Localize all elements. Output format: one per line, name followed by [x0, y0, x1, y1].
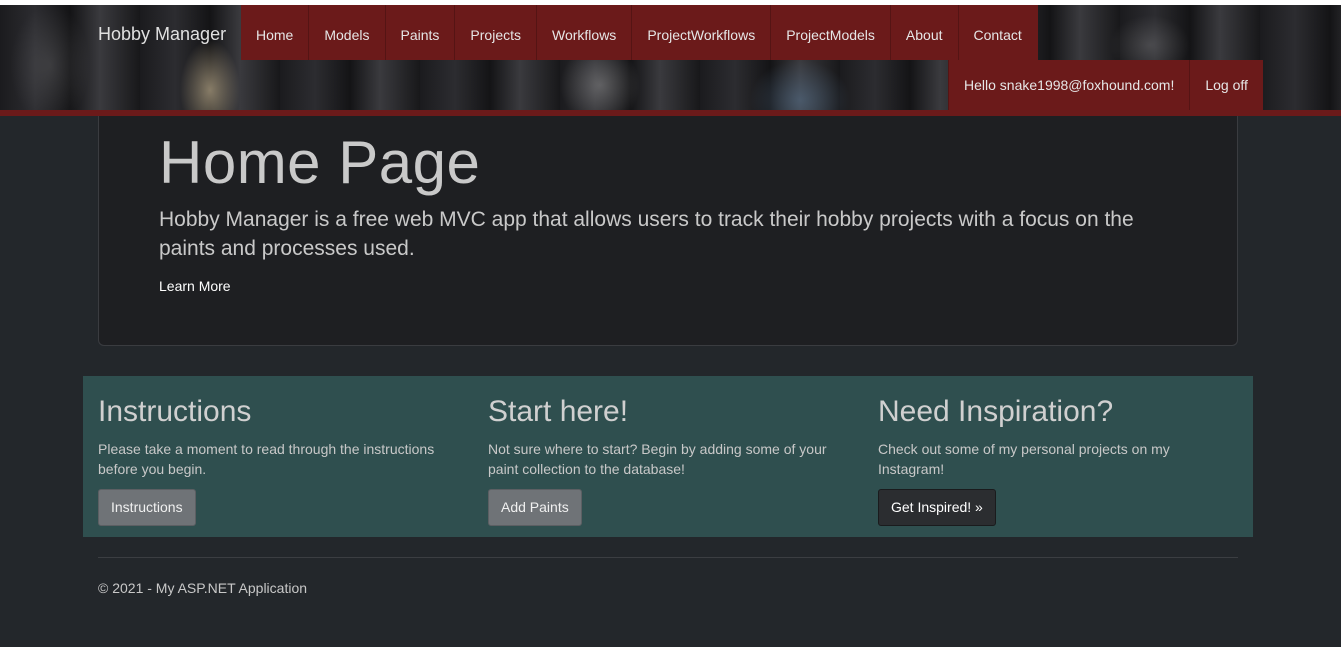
brand-link[interactable]: Hobby Manager: [98, 24, 226, 45]
feature-text: Please take a moment to read through the…: [98, 441, 435, 477]
nav-about[interactable]: About: [891, 5, 959, 60]
jumbotron: Home Page Hobby Manager is a free web MV…: [98, 116, 1238, 346]
add-paints-button[interactable]: Add Paints: [488, 489, 582, 526]
logoff-link[interactable]: Log off: [1189, 60, 1263, 110]
main-nav: Home Models Paints Projects Workflows Pr…: [241, 5, 1038, 60]
get-inspired-button[interactable]: Get Inspired! »: [878, 489, 996, 526]
nav-models[interactable]: Models: [309, 5, 386, 60]
nav-workflows[interactable]: Workflows: [537, 5, 633, 60]
feature-title: Instructions: [98, 395, 252, 428]
feature-text: Check out some of my personal projects o…: [878, 441, 1170, 477]
feature-title: Need Inspiration?: [878, 395, 1114, 428]
nav-contact[interactable]: Contact: [959, 5, 1038, 60]
nav-project-models[interactable]: ProjectModels: [771, 5, 891, 60]
nav-project-workflows[interactable]: ProjectWorkflows: [632, 5, 772, 60]
feature-panel: Instructions Please take a moment to rea…: [83, 376, 1253, 537]
instructions-button[interactable]: Instructions: [98, 489, 196, 526]
feature-title: Start here!: [488, 395, 629, 428]
page-title: Home Page: [159, 129, 481, 196]
footer-text: © 2021 - My ASP.NET Application: [98, 580, 308, 596]
nav-home[interactable]: Home: [241, 5, 310, 60]
footer-divider: [98, 557, 1238, 558]
nav-paints[interactable]: Paints: [386, 5, 456, 60]
feature-text: Not sure where to start? Begin by adding…: [488, 441, 827, 477]
lead-text: Hobby Manager is a free web MVC app that…: [159, 208, 1134, 260]
user-greeting-link[interactable]: Hello snake1998@foxhound.com!: [948, 60, 1189, 110]
nav-projects[interactable]: Projects: [455, 5, 537, 60]
learn-more-link[interactable]: Learn More: [159, 278, 231, 294]
user-nav: Hello snake1998@foxhound.com! Log off: [948, 60, 1263, 110]
